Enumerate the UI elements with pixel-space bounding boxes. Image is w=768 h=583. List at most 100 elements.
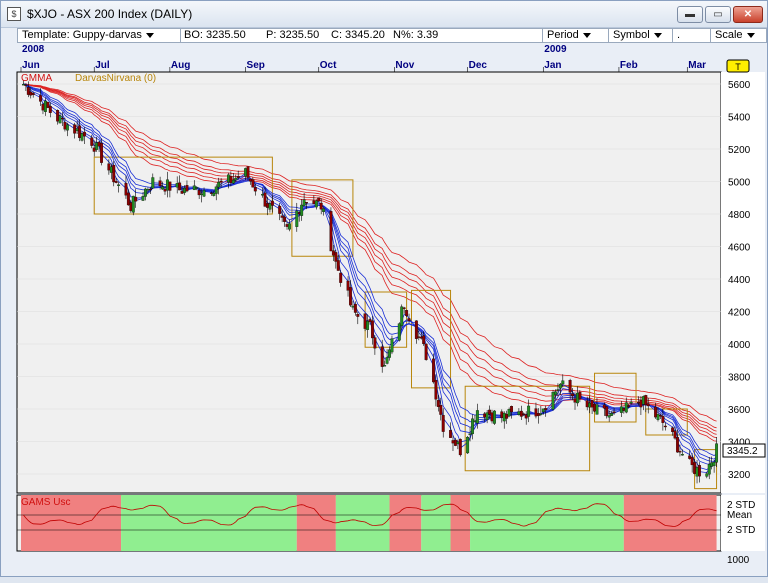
close-button[interactable]: ✕	[733, 6, 763, 23]
candle-body	[551, 392, 555, 410]
price-tick-label: 3200	[728, 470, 751, 481]
candle-body	[219, 180, 223, 183]
candle-body	[488, 409, 492, 415]
template-label: Template: Guppy-darvas	[22, 29, 142, 41]
candle-body	[590, 400, 594, 408]
candle-body	[148, 188, 152, 191]
candle-body	[422, 335, 426, 345]
candle-body	[658, 415, 662, 417]
month-label: Jul	[95, 60, 110, 71]
price-tick-label: 4800	[728, 210, 751, 221]
candle-body	[539, 413, 543, 415]
candle-body	[646, 403, 650, 407]
oscillator-zone	[470, 495, 624, 551]
candle-body	[490, 412, 494, 422]
candle-body	[124, 183, 128, 196]
candle-body	[436, 400, 440, 407]
candle-body	[417, 336, 421, 338]
candle-body	[288, 223, 291, 230]
candle-body	[453, 439, 457, 446]
candle-body	[129, 202, 133, 211]
candle-body	[248, 178, 252, 182]
minimize-button[interactable]: ▬	[677, 6, 703, 23]
candle-body	[466, 436, 470, 454]
candle-body	[517, 411, 521, 415]
candle-body	[183, 187, 186, 193]
candle-body	[134, 196, 138, 202]
candle-body	[641, 396, 645, 405]
candle-body	[627, 405, 631, 407]
candle-body	[595, 404, 599, 415]
darvas-label: DarvasNirvana (0)	[75, 73, 156, 84]
month-label: Oct	[320, 60, 337, 71]
candle-body	[178, 182, 182, 191]
title-bar[interactable]: $ $XJO - ASX 200 Index (DAILY) ▬ ▭ ✕	[1, 1, 767, 28]
candle-body	[349, 287, 352, 306]
candle-body	[236, 176, 240, 178]
candle-body	[278, 205, 282, 214]
gmma-label: GMMA	[21, 73, 52, 84]
candle-body	[493, 410, 496, 424]
candle-body	[654, 406, 657, 418]
date-axis-labels: Jun Jul Aug Sep Oct Nov Dec Jan Feb Mar 2008 2009	[20, 44, 706, 72]
candle-body	[246, 166, 250, 178]
candle-body	[97, 141, 101, 147]
candle-body	[510, 406, 514, 413]
candle-body	[229, 176, 233, 184]
candle-body	[522, 413, 526, 415]
scale-label: Scale	[715, 29, 743, 41]
candle-body	[400, 306, 404, 326]
price-tick-label: 5600	[728, 80, 751, 91]
candle-body	[363, 313, 367, 329]
candle-body	[698, 465, 701, 477]
candle-body	[561, 380, 565, 385]
candle-body	[536, 413, 540, 416]
month-label: Nov	[395, 60, 414, 71]
candle-body	[637, 401, 640, 404]
month-label: Feb	[620, 60, 638, 71]
candle-body	[370, 320, 374, 339]
candle-body	[558, 383, 562, 389]
price-chart[interactable]: 5600 5400 5200 5000 4800 4600 4400 4200 4000 3800…	[1, 41, 768, 578]
candle-body	[456, 441, 460, 444]
candle-body	[500, 411, 504, 418]
candle-body	[151, 177, 155, 189]
candle-body	[112, 164, 116, 183]
candle-body	[334, 252, 338, 262]
oscillator-zone	[623, 495, 717, 551]
candle-body	[705, 473, 709, 477]
price-tick-label: 5000	[728, 178, 751, 189]
oscillator-zone	[335, 495, 390, 551]
price-tick-label: 5200	[728, 145, 751, 156]
candle-body	[473, 420, 477, 423]
candle-body	[585, 400, 589, 408]
candle-body	[78, 125, 82, 138]
candle-body	[673, 430, 677, 439]
candle-body	[571, 393, 575, 397]
candle-body	[185, 185, 189, 192]
candle-body	[373, 337, 377, 349]
month-label: Sep	[247, 60, 265, 71]
candle-body	[712, 461, 716, 466]
candle-body	[366, 320, 370, 330]
candle-body	[73, 124, 77, 134]
candle-body	[407, 318, 411, 322]
maximize-button[interactable]: ▭	[705, 6, 731, 23]
price-tick-label: 4000	[728, 340, 751, 351]
candle-body	[329, 211, 333, 252]
candle-body	[226, 174, 230, 183]
candle-body	[485, 412, 489, 420]
candle-body	[690, 457, 694, 466]
month-label: Mar	[688, 60, 706, 71]
candle-body	[39, 95, 42, 102]
candle-body	[715, 443, 719, 463]
oscillator-zone	[421, 495, 451, 551]
month-label: Jun	[22, 60, 40, 71]
candle-body	[439, 405, 443, 415]
candle-body	[351, 305, 355, 308]
app-icon: $	[7, 7, 21, 21]
candle-body	[141, 196, 145, 201]
candle-body	[261, 194, 265, 196]
candle-body	[656, 414, 660, 420]
candle-body	[451, 440, 455, 444]
